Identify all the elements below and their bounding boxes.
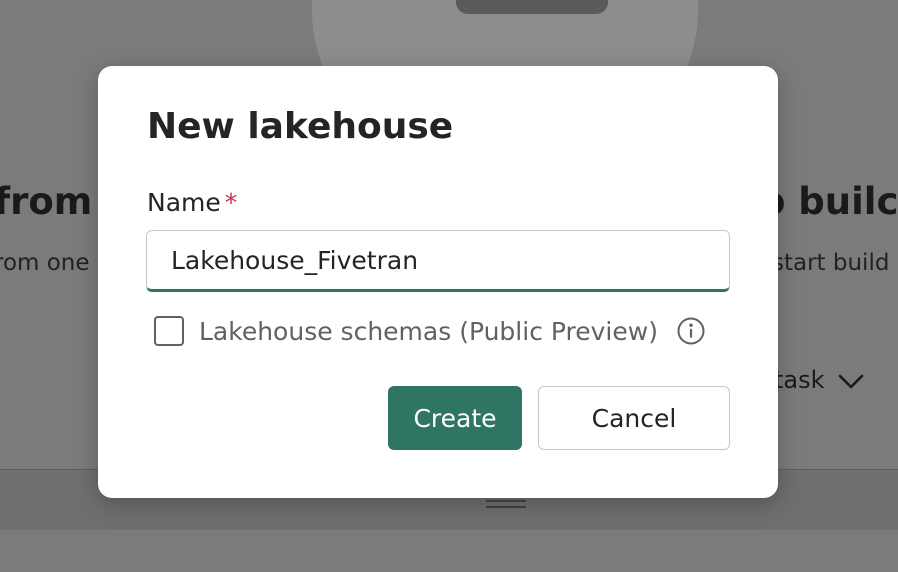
info-icon[interactable]: [676, 316, 706, 346]
create-button[interactable]: Create: [388, 386, 522, 450]
new-lakehouse-dialog: New lakehouse Name* Lakehouse schemas (P…: [98, 66, 778, 498]
background-subtitle-right: start build: [772, 250, 890, 276]
dialog-title: New lakehouse: [147, 106, 454, 147]
name-label-text: Name: [147, 188, 221, 217]
background-task-dropdown-label: task: [774, 366, 825, 394]
background-heading-right: o builc: [760, 180, 898, 223]
lakehouse-name-input[interactable]: [146, 230, 730, 292]
background-subtitle-left: rom one: [0, 250, 90, 276]
lakehouse-schemas-checkbox[interactable]: [154, 316, 184, 346]
chevron-down-icon: [838, 374, 864, 389]
lakehouse-schemas-option: Lakehouse schemas (Public Preview): [154, 314, 706, 348]
required-asterisk: *: [224, 188, 238, 217]
cancel-button[interactable]: Cancel: [538, 386, 730, 450]
lakehouse-schemas-label[interactable]: Lakehouse schemas (Public Preview): [199, 317, 658, 346]
screen: from p o builc rom one start build task …: [0, 0, 898, 572]
name-label: Name *: [147, 188, 237, 217]
background-illustration-pill: [456, 0, 608, 14]
